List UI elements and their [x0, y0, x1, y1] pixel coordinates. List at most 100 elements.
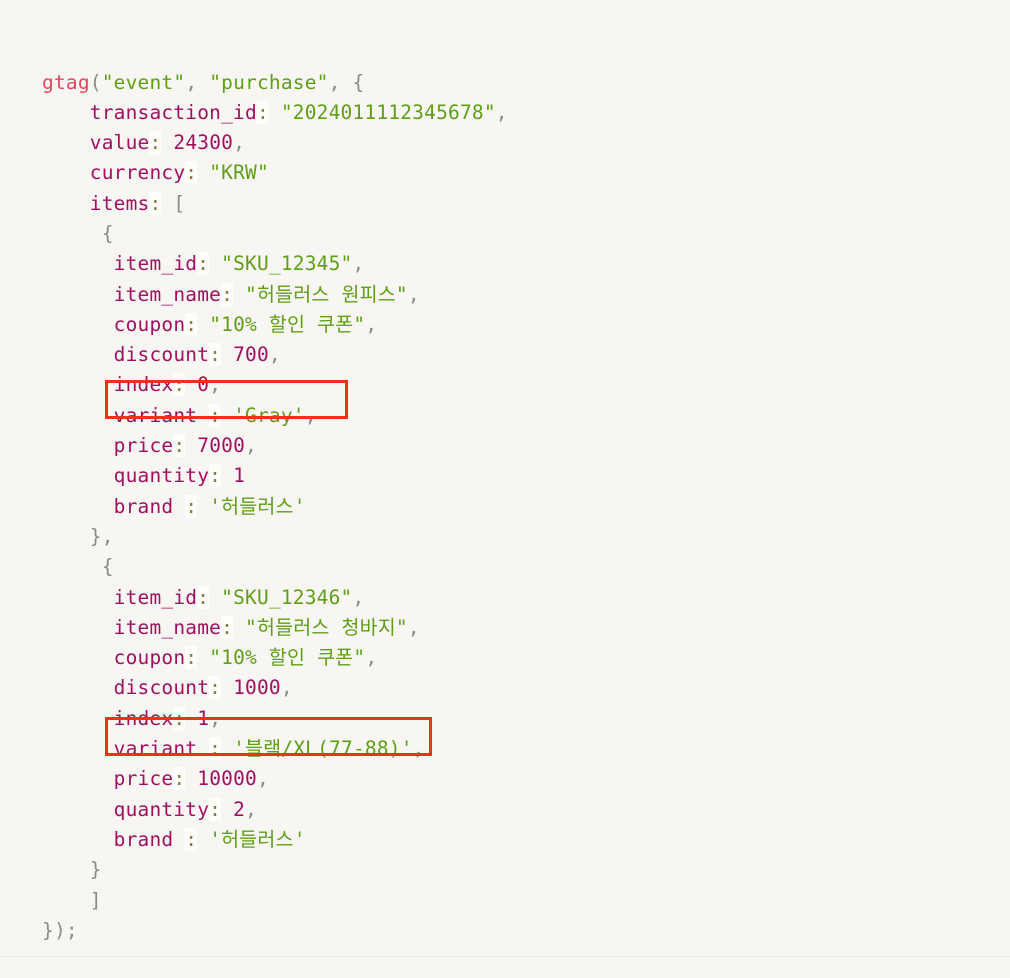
- code-token-num: 1: [197, 706, 210, 730]
- code-line: currency: "KRW": [42, 158, 982, 188]
- code-line: item_id: "SKU_12345",: [42, 249, 982, 279]
- code-token-key: brand: [113, 494, 186, 518]
- code-token-punct: ,: [268, 343, 281, 367]
- code-token-fn: gtag: [42, 70, 90, 94]
- code-line: value: 24300,: [42, 128, 982, 158]
- code-block[interactable]: gtag("event", "purchase", { transaction_…: [42, 68, 982, 947]
- code-token-punct: ,: [233, 131, 246, 155]
- code-token-key: value: [89, 131, 150, 155]
- code-token-punct: (: [89, 70, 102, 94]
- code-token-key: currency: [89, 161, 186, 185]
- code-token-key: coupon: [113, 312, 186, 336]
- code-line: item_name: "허들러스 원피스",: [42, 280, 982, 310]
- code-token-str: "purchase": [209, 70, 329, 94]
- code-token-punct: {: [101, 221, 114, 245]
- code-token-key: variant: [113, 403, 210, 427]
- code-line: }: [42, 855, 982, 885]
- code-token-str: "2024011112345678": [280, 100, 496, 124]
- code-token-punct: ,: [209, 373, 222, 397]
- code-token-key: items: [89, 191, 150, 215]
- code-token-colon: :: [185, 494, 198, 518]
- code-token-str: '허들러스': [209, 827, 306, 851]
- code-token-punct: [: [173, 191, 186, 215]
- code-token-key: coupon: [113, 646, 186, 670]
- code-token-num: 24300: [173, 131, 234, 155]
- code-token-num: 700: [233, 343, 269, 367]
- code-token-key: item_name: [113, 615, 222, 639]
- code-line: });: [42, 916, 982, 946]
- code-token-punct: ,: [328, 70, 353, 94]
- code-token-key: variant: [113, 737, 210, 761]
- code-token-colon: :: [221, 282, 234, 306]
- code-line: {: [42, 552, 982, 582]
- code-token-colon: :: [173, 434, 186, 458]
- code-token-colon: :: [185, 646, 198, 670]
- code-token-colon: :: [209, 737, 222, 761]
- code-token-num: 2: [233, 797, 246, 821]
- code-token-punct: ,: [209, 706, 222, 730]
- code-token-key: item_name: [113, 282, 222, 306]
- code-token-punct: });: [42, 918, 78, 942]
- code-line: discount: 700,: [42, 340, 982, 370]
- code-token-key: index: [113, 373, 174, 397]
- code-token-punct: }: [89, 858, 102, 882]
- code-token-colon: :: [209, 676, 222, 700]
- code-line: price: 7000,: [42, 431, 982, 461]
- code-line: index: 0,: [42, 370, 982, 400]
- code-token-str: 'Gray': [233, 403, 305, 427]
- code-token-punct: ,: [407, 615, 420, 639]
- code-line: brand : '허들러스': [42, 492, 982, 522]
- code-token-punct: ,: [352, 585, 365, 609]
- code-token-key: item_id: [113, 585, 198, 609]
- code-token-num: 7000: [197, 434, 246, 458]
- code-token-str: "10% 할인 쿠폰": [209, 312, 366, 336]
- code-token-colon: :: [209, 403, 222, 427]
- code-token-str: "SKU_12346": [221, 585, 353, 609]
- code-line: items: [: [42, 189, 982, 219]
- code-token-key: price: [113, 434, 174, 458]
- code-line: variant : 'Gray',: [42, 401, 982, 431]
- code-token-colon: :: [149, 191, 162, 215]
- code-token-colon: :: [221, 615, 234, 639]
- code-token-key: quantity: [113, 464, 210, 488]
- code-line: quantity: 2,: [42, 795, 982, 825]
- code-token-str: "event": [101, 70, 186, 94]
- code-token-punct: {: [352, 70, 365, 94]
- code-token-num: 1000: [233, 676, 281, 700]
- code-token-key: discount: [113, 343, 210, 367]
- code-token-punct: ,: [280, 676, 293, 700]
- code-token-num: 0: [197, 373, 210, 397]
- code-token-key: quantity: [113, 797, 210, 821]
- code-token-colon: :: [173, 767, 186, 791]
- code-token-key: price: [113, 767, 174, 791]
- code-token-key: item_id: [113, 252, 198, 276]
